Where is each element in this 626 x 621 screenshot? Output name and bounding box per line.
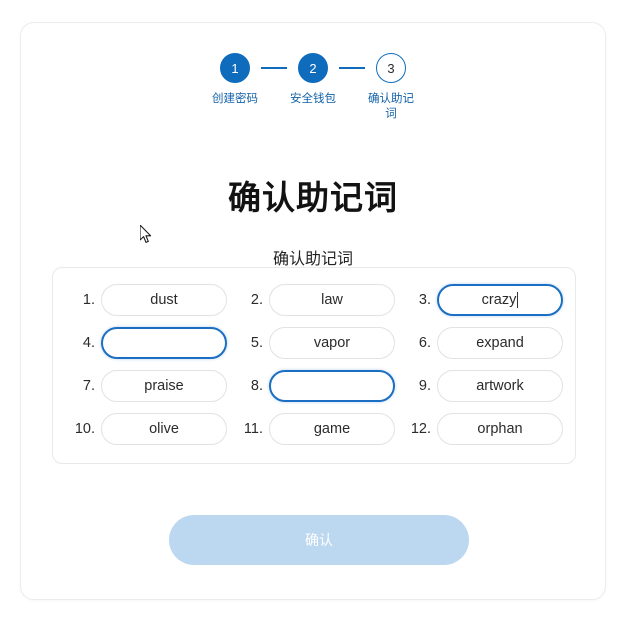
stepper-connector-2-3	[339, 67, 365, 69]
mnemonic-word-input-10[interactable]: olive	[101, 413, 227, 445]
mnemonic-word-value: game	[313, 421, 351, 437]
mnemonic-word-index: 1.	[82, 292, 95, 308]
step-2-label: 安全钱包	[290, 93, 336, 105]
mnemonic-word-value: praise	[144, 378, 184, 394]
mnemonic-word-value: crazy	[481, 292, 517, 308]
mnemonic-word-value: dust	[150, 292, 178, 308]
stepper-step-1[interactable]: 1 创建密码	[209, 53, 261, 107]
step-1-circle: 1	[220, 53, 250, 83]
mnemonic-word-value: vapor	[313, 335, 351, 351]
mnemonic-word-input-12[interactable]: orphan	[437, 413, 563, 445]
mnemonic-word-cell: 6. expand	[401, 327, 563, 359]
mnemonic-grid: 1. dust 2. law 3. crazy 4. 5. vapor 6. expand 7. pra…	[65, 284, 563, 445]
mnemonic-word-index: 2.	[250, 292, 263, 308]
mnemonic-word-index: 4.	[82, 335, 95, 351]
step-2-circle: 2	[298, 53, 328, 83]
mnemonic-word-index: 8.	[250, 378, 263, 394]
stepper-step-2[interactable]: 2 安全钱包	[287, 53, 339, 107]
mnemonic-word-index: 6.	[418, 335, 431, 351]
mnemonic-word-index: 5.	[250, 335, 263, 351]
mnemonic-word-value: olive	[149, 421, 179, 437]
mnemonic-word-input-4[interactable]	[101, 327, 227, 359]
mnemonic-word-value: law	[321, 292, 343, 308]
mnemonic-word-input-7[interactable]: praise	[101, 370, 227, 402]
mnemonic-word-index: 9.	[418, 378, 431, 394]
page-subtitle: 确认助记词	[272, 251, 353, 268]
mnemonic-word-cell: 11. game	[233, 413, 395, 445]
mnemonic-word-cell: 10. olive	[65, 413, 227, 445]
mnemonic-word-input-6[interactable]: expand	[437, 327, 563, 359]
mnemonic-word-cell: 9. artwork	[401, 370, 563, 402]
mnemonic-word-cell: 12. orphan	[401, 413, 563, 445]
mnemonic-word-cell: 5. vapor	[233, 327, 395, 359]
mnemonic-word-cell: 3. crazy	[401, 284, 563, 316]
mnemonic-word-index: 7.	[82, 378, 95, 394]
confirm-button[interactable]: 确认	[169, 515, 469, 565]
stepper-connector-1-2	[261, 67, 287, 69]
mnemonic-word-cell: 8.	[233, 370, 395, 402]
mnemonic-word-input-2[interactable]: law	[269, 284, 395, 316]
mnemonic-word-cell: 2. law	[233, 284, 395, 316]
mnemonic-word-input-3[interactable]: crazy	[437, 284, 563, 316]
mnemonic-word-index: 12.	[410, 421, 431, 437]
mnemonic-word-cell: 1. dust	[65, 284, 227, 316]
mnemonic-word-value: orphan	[477, 421, 523, 437]
mnemonic-word-index: 10.	[74, 421, 95, 437]
mnemonic-word-input-9[interactable]: artwork	[437, 370, 563, 402]
mnemonic-word-input-8[interactable]	[269, 370, 395, 402]
mnemonic-word-value: expand	[476, 335, 524, 351]
progress-stepper: 1 创建密码 2 安全钱包 3 确认助记词	[21, 53, 605, 122]
onboarding-card: 1 创建密码 2 安全钱包 3 确认助记词 确认助记词 确认助记词 1. dust…	[20, 22, 606, 600]
mnemonic-word-input-1[interactable]: dust	[101, 284, 227, 316]
mnemonic-word-index: 11.	[243, 421, 263, 437]
mnemonic-word-cell: 7. praise	[65, 370, 227, 402]
text-caret	[517, 292, 519, 308]
stepper-step-3[interactable]: 3 确认助记词	[365, 53, 417, 122]
page-title: 确认助记词	[228, 179, 398, 216]
step-3-label: 确认助记词	[368, 93, 414, 120]
mnemonic-word-value: artwork	[476, 378, 524, 394]
mnemonic-panel: 1. dust 2. law 3. crazy 4. 5. vapor 6. expand 7. pra…	[52, 267, 576, 464]
mnemonic-word-cell: 4.	[65, 327, 227, 359]
mnemonic-word-index: 3.	[418, 292, 431, 308]
mnemonic-word-input-5[interactable]: vapor	[269, 327, 395, 359]
step-3-circle: 3	[376, 53, 406, 83]
mnemonic-word-input-11[interactable]: game	[269, 413, 395, 445]
step-1-label: 创建密码	[212, 93, 258, 105]
